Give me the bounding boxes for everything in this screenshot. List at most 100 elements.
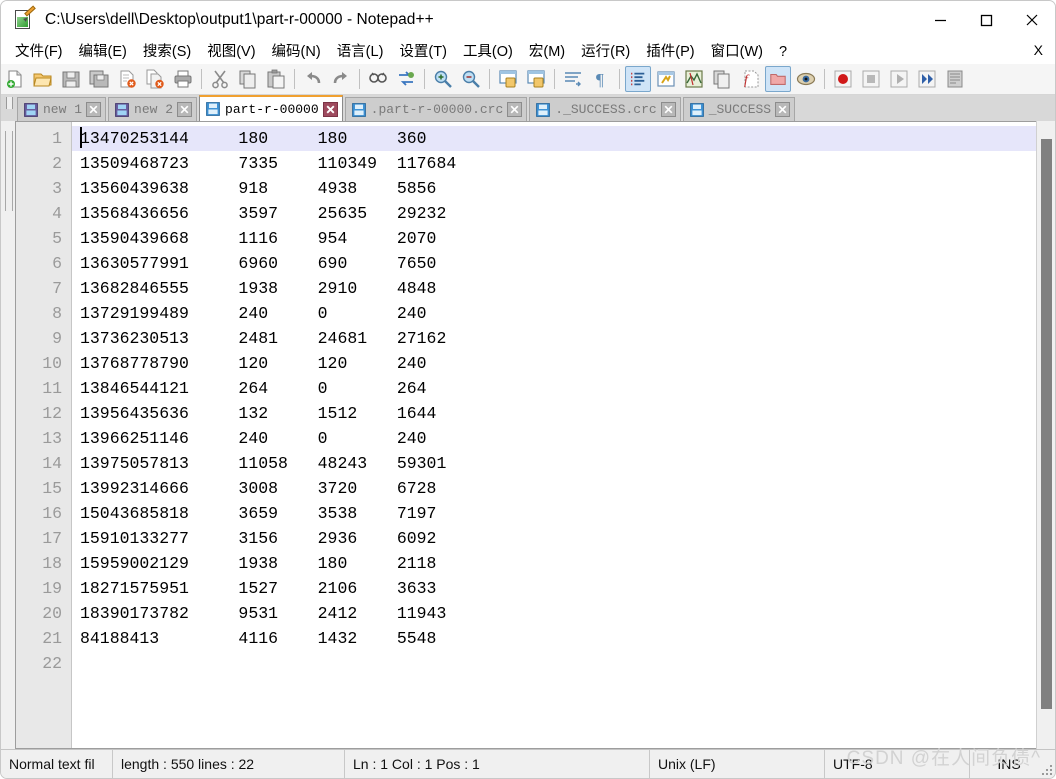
menu-settings[interactable]: 设置(T)	[391, 41, 455, 63]
sync-vertical-scroll-icon[interactable]	[495, 66, 521, 92]
code-line[interactable]: 84188413 4116 1432 5548	[80, 626, 1036, 651]
menu-tools[interactable]: 工具(O)	[455, 41, 521, 63]
find-icon[interactable]	[365, 66, 391, 92]
close-file-icon[interactable]	[114, 66, 140, 92]
document-list-icon[interactable]	[709, 66, 735, 92]
show-all-characters-icon[interactable]: ¶	[588, 66, 614, 92]
code-line[interactable]: 13846544121 264 0 264	[80, 376, 1036, 401]
print-icon[interactable]	[170, 66, 196, 92]
code-line[interactable]: 13560439638 918 4938 5856	[80, 176, 1036, 201]
vertical-scrollbar[interactable]	[1036, 121, 1055, 749]
line-number: 18	[42, 554, 62, 573]
menu-window[interactable]: 窗口(W)	[703, 41, 771, 63]
scrollbar-thumb[interactable]	[1041, 139, 1052, 709]
tab-close-icon[interactable]	[322, 101, 338, 117]
open-file-icon[interactable]	[30, 66, 56, 92]
redo-icon[interactable]	[328, 66, 354, 92]
menu-plugins[interactable]: 插件(P)	[638, 41, 702, 63]
play-macro-icon[interactable]	[886, 66, 912, 92]
save-macro-icon[interactable]	[942, 66, 968, 92]
tab-close-icon[interactable]	[660, 102, 676, 117]
menu-edit[interactable]: 编辑(E)	[71, 41, 135, 63]
code-line[interactable]: 13736230513 2481 24681 27162	[80, 326, 1036, 351]
code-line[interactable]: 15910133277 3156 2936 6092	[80, 526, 1036, 551]
copy-icon[interactable]	[235, 66, 261, 92]
code-line[interactable]: 13966251146 240 0 240	[80, 426, 1036, 451]
maximize-button[interactable]	[963, 1, 1009, 39]
code-line[interactable]: 18390173782 9531 2412 11943	[80, 601, 1036, 626]
code-line[interactable]: 13956435636 132 1512 1644	[80, 401, 1036, 426]
menu-view[interactable]: 视图(V)	[199, 41, 263, 63]
tab-new-1[interactable]: new 1	[17, 97, 107, 121]
document-map-icon[interactable]	[681, 66, 707, 92]
code-line[interactable]: 13568436656 3597 25635 29232	[80, 201, 1036, 226]
code-line[interactable]: 13470253144 180 180 360	[72, 126, 1036, 151]
new-file-icon[interactable]	[2, 66, 28, 92]
record-macro-icon[interactable]	[830, 66, 856, 92]
tab-close-icon[interactable]	[86, 102, 102, 117]
code-line[interactable]: 13682846555 1938 2910 4848	[80, 276, 1036, 301]
menu-language[interactable]: 语言(L)	[329, 41, 392, 63]
tab-label: .part-r-00000.crc	[370, 102, 504, 117]
stop-recording-icon[interactable]	[858, 66, 884, 92]
run-macro-multiple-icon[interactable]	[914, 66, 940, 92]
code-line[interactable]: 18271575951 1527 2106 3633	[80, 576, 1036, 601]
minimize-button[interactable]	[917, 1, 963, 39]
save-icon[interactable]	[58, 66, 84, 92]
toolbar-separator	[489, 69, 490, 89]
resize-grip-icon[interactable]	[1040, 763, 1052, 775]
cut-icon[interactable]	[207, 66, 233, 92]
tab-part-r-00000-crc[interactable]: .part-r-00000.crc	[344, 97, 528, 121]
menu-help[interactable]: ?	[771, 41, 795, 63]
code-line[interactable]: 15043685818 3659 3538 7197	[80, 501, 1036, 526]
notepadpp-window: C:\Users\dell\Desktop\output1\part-r-000…	[0, 0, 1056, 779]
code-line[interactable]: 13992314666 3008 3720 6728	[80, 476, 1036, 501]
close-button[interactable]	[1009, 1, 1055, 39]
left-rail	[1, 121, 15, 749]
menu-file[interactable]: 文件(F)	[7, 41, 71, 63]
tab-success[interactable]: _SUCCESS	[682, 97, 796, 121]
toolbar-separator	[619, 69, 620, 89]
line-number: 20	[42, 604, 62, 623]
tab-close-icon[interactable]	[177, 102, 193, 117]
code-line[interactable]: 13975057813 11058 48243 59301	[80, 451, 1036, 476]
code-line[interactable]: 13590439668 1116 954 2070	[80, 226, 1036, 251]
code-content[interactable]: 13470253144 180 180 360 13509468723 7335 …	[72, 122, 1036, 748]
menu-search[interactable]: 搜索(S)	[135, 41, 199, 63]
code-line[interactable]: 13509468723 7335 110349 117684	[80, 151, 1036, 176]
code-line[interactable]: 13630577991 6960 690 7650	[80, 251, 1036, 276]
zoom-out-icon[interactable]	[458, 66, 484, 92]
code-line[interactable]: 13768778790 120 120 240	[80, 351, 1036, 376]
line-number: 8	[52, 304, 62, 323]
status-eol-format: Unix (LF)	[650, 749, 825, 778]
function-list-icon[interactable]: f	[737, 66, 763, 92]
menu-run[interactable]: 运行(R)	[573, 41, 638, 63]
menu-macro[interactable]: 宏(M)	[521, 41, 573, 63]
tab-new-2[interactable]: new 2	[108, 97, 198, 121]
monitoring-icon[interactable]	[793, 66, 819, 92]
save-all-icon[interactable]	[86, 66, 112, 92]
user-defined-language-icon[interactable]	[653, 66, 679, 92]
text-editor[interactable]: 1 2 3 4 5 6 7 8 9 10 11 12 13 14 15 16 17 18 19 20 21 22 1347…	[15, 121, 1036, 749]
zoom-in-icon[interactable]	[430, 66, 456, 92]
word-wrap-icon[interactable]	[560, 66, 586, 92]
tab-success-crc[interactable]: ._SUCCESS.crc	[529, 97, 681, 121]
folder-as-workspace-icon[interactable]	[765, 66, 791, 92]
tab-close-icon[interactable]	[507, 102, 523, 117]
code-line[interactable]: 13729199489 240 0 240	[80, 301, 1036, 326]
paste-icon[interactable]	[263, 66, 289, 92]
editor-area: 1 2 3 4 5 6 7 8 9 10 11 12 13 14 15 16 17 18 19 20 21 22 1347…	[1, 121, 1055, 749]
undo-icon[interactable]	[300, 66, 326, 92]
menu-encoding[interactable]: 编码(N)	[264, 41, 329, 63]
close-all-files-icon[interactable]	[142, 66, 168, 92]
code-line[interactable]: 15959002129 1938 180 2118	[80, 551, 1036, 576]
status-insert-mode: INS	[997, 756, 1021, 772]
sync-horizontal-scroll-icon[interactable]	[523, 66, 549, 92]
indent-guide-icon[interactable]	[625, 66, 651, 92]
replace-icon[interactable]	[393, 66, 419, 92]
tab-close-icon[interactable]	[775, 102, 791, 117]
tab-part-r-00000[interactable]: part-r-00000	[199, 95, 343, 121]
close-document-button[interactable]: X	[1034, 42, 1043, 58]
menu-bar: 文件(F) 编辑(E) 搜索(S) 视图(V) 编码(N) 语言(L) 设置(T…	[1, 39, 1055, 64]
saved-file-icon	[351, 102, 366, 117]
